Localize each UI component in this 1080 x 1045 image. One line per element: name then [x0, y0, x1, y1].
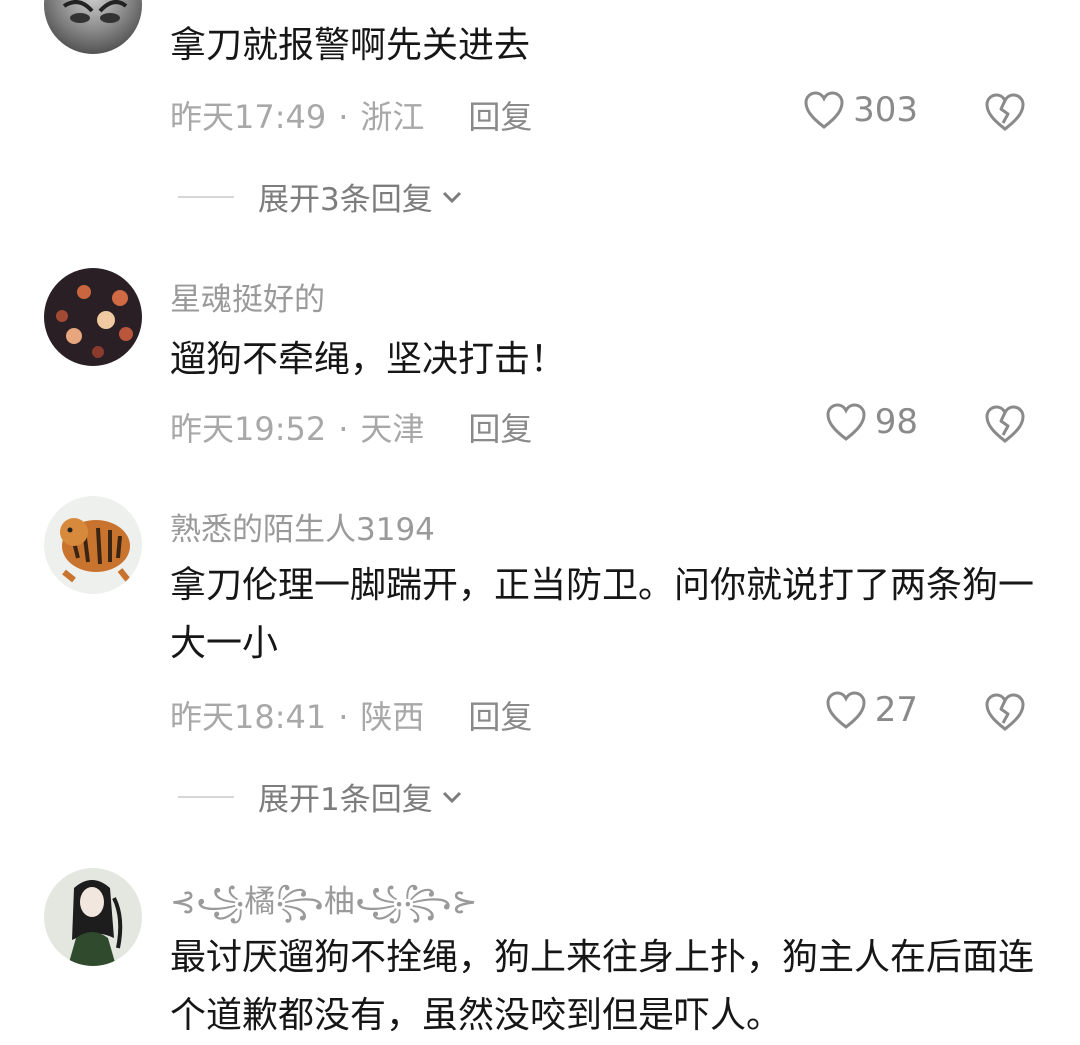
divider: [178, 795, 234, 798]
comment-meta: 昨天18:41 · 陕西 回复: [170, 692, 532, 738]
like-count: 303: [853, 90, 918, 130]
heart-outline-icon: [826, 403, 866, 441]
avatar[interactable]: [44, 496, 142, 594]
comment-time: 昨天19:52: [170, 410, 327, 448]
comment-location: 陕西: [360, 698, 425, 736]
chevron-down-icon: [442, 191, 461, 203]
avatar-image: [56, 285, 133, 358]
dislike-button[interactable]: [984, 692, 1026, 734]
expand-replies-label: 展开1条回复: [258, 782, 433, 818]
chevron-down-icon: [442, 791, 461, 803]
comment-text: 拿刀就报警啊先关进去: [170, 25, 531, 66]
comment-location: 浙江: [360, 98, 425, 136]
comment-item: ⊰꧁橘꧂柚꧁꧂⊱ 最讨厌遛狗不拴绳，狗上来往身上扑，狗主人在后面连个道歉都没有，…: [0, 866, 1080, 1045]
reply-button[interactable]: 回复: [468, 698, 532, 736]
expand-replies-label: 展开3条回复: [258, 182, 433, 218]
avatar[interactable]: [44, 868, 142, 966]
expand-replies-button[interactable]: 展开1条回复: [178, 774, 465, 819]
comment-item: 星魂挺好的 遛狗不牵绳，坚决打击！ 昨天19:52 · 天津 回复 98: [0, 264, 1080, 464]
comment-time: 昨天18:41: [170, 698, 327, 736]
like-button[interactable]: 98: [825, 402, 918, 442]
reply-button[interactable]: 回复: [468, 98, 532, 136]
broken-heart-icon: [985, 693, 1025, 731]
meta-separator: ·: [338, 98, 349, 136]
comment-text: 遛狗不牵绳，坚决打击！: [170, 339, 567, 380]
heart-outline-icon: [826, 691, 866, 729]
comment-item: 拿刀就报警啊先关进去 昨天17:49 · 浙江 回复 303 展开3条回复: [0, 0, 1080, 240]
avatar[interactable]: [44, 268, 142, 366]
comment-meta: 昨天17:49 · 浙江 回复: [170, 92, 532, 138]
like-count: 27: [874, 690, 918, 730]
comment-location: 天津: [360, 410, 425, 448]
comment-item: 熟悉的陌生人3194 拿刀伦理一脚踹开，正当防卫。问你就说打了两条狗一大一小 昨…: [0, 494, 1080, 824]
broken-heart-icon: [985, 93, 1025, 131]
heart-outline-icon: [804, 91, 844, 129]
avatar[interactable]: [44, 0, 142, 54]
like-button[interactable]: 303: [803, 90, 918, 130]
broken-heart-icon: [985, 405, 1025, 443]
comment-text: 拿刀伦理一脚踹开，正当防卫。问你就说打了两条狗一大一小: [170, 565, 1035, 664]
meta-separator: ·: [338, 698, 349, 736]
expand-replies-button[interactable]: 展开3条回复: [178, 174, 465, 219]
like-count: 98: [874, 402, 918, 442]
reply-button[interactable]: 回复: [468, 410, 532, 448]
meta-separator: ·: [338, 410, 349, 448]
avatar-image: [68, 880, 123, 966]
comment-text: 最讨厌遛狗不拴绳，狗上来往身上扑，狗主人在后面连个道歉都没有，虽然没咬到但是吓人…: [170, 937, 1035, 1036]
comment-time: 昨天17:49: [170, 98, 327, 136]
username[interactable]: 熟悉的陌生人3194: [170, 504, 435, 549]
divider: [178, 195, 234, 198]
avatar-image: [62, 0, 128, 23]
like-button[interactable]: 27: [825, 690, 918, 730]
dislike-button[interactable]: [984, 92, 1026, 134]
avatar-image: [60, 518, 131, 583]
comment-meta: 昨天19:52 · 天津 回复: [170, 404, 532, 450]
username[interactable]: 星魂挺好的: [170, 274, 325, 319]
dislike-button[interactable]: [984, 404, 1026, 446]
